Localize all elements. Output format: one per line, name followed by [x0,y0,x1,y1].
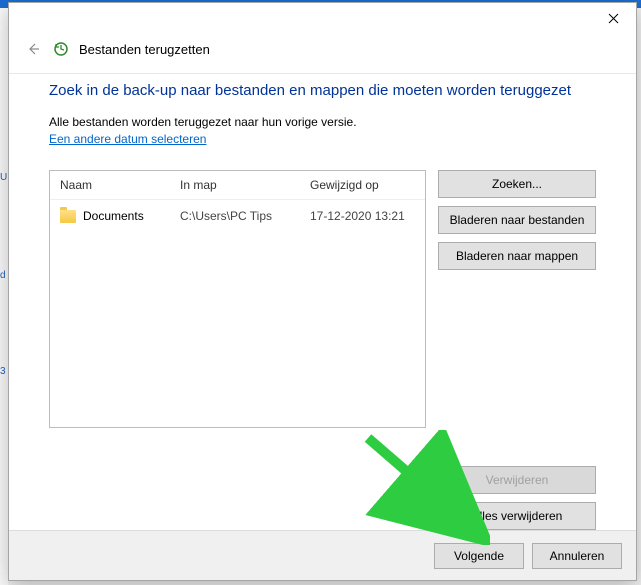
select-date-link[interactable]: Een andere datum selecteren [49,132,596,146]
next-button[interactable]: Volgende [434,543,524,569]
browse-files-button[interactable]: Bladeren naar bestanden [438,206,596,234]
search-button[interactable]: Zoeken... [438,170,596,198]
page-subtext: Alle bestanden worden teruggezet naar hu… [49,115,596,129]
button-spacer [438,278,596,458]
remove-all-button[interactable]: Alles verwijderen [438,502,596,530]
back-arrow-icon [26,42,40,56]
titlebar [9,3,636,35]
row-name-text: Documents [83,209,144,223]
restore-icon [53,41,69,57]
window-title: Bestanden terugzetten [79,42,210,57]
column-header-date[interactable]: Gewijzigd op [310,178,415,192]
dialog-footer: Volgende Annuleren [9,530,636,580]
page-heading: Zoek in de back-up naar bestanden en map… [49,82,596,99]
remove-button: Verwijderen [438,466,596,494]
file-list[interactable]: Naam In map Gewijzigd op Documents C:\Us… [49,170,426,428]
content-area: Zoek in de back-up naar bestanden en map… [9,73,636,530]
column-header-path[interactable]: In map [180,178,310,192]
row-date: 17-12-2020 13:21 [310,209,415,223]
row-name: Documents [60,209,180,223]
restore-files-dialog: Bestanden terugzetten Zoek in de back-up… [8,2,637,581]
column-header-name[interactable]: Naam [60,178,180,192]
list-item[interactable]: Documents C:\Users\PC Tips 17-12-2020 13… [50,200,425,232]
background-window-sliver: U d 3 [0,0,8,585]
header-row: Bestanden terugzetten [9,35,636,73]
main-area: Naam In map Gewijzigd op Documents C:\Us… [49,170,596,530]
side-button-panel: Zoeken... Bladeren naar bestanden Blader… [438,170,596,530]
close-icon [608,13,619,24]
back-button[interactable] [23,39,43,59]
cancel-button[interactable]: Annuleren [532,543,622,569]
browse-folders-button[interactable]: Bladeren naar mappen [438,242,596,270]
close-button[interactable] [591,3,636,33]
row-path: C:\Users\PC Tips [180,209,310,223]
folder-icon [60,210,76,223]
list-header: Naam In map Gewijzigd op [50,171,425,200]
